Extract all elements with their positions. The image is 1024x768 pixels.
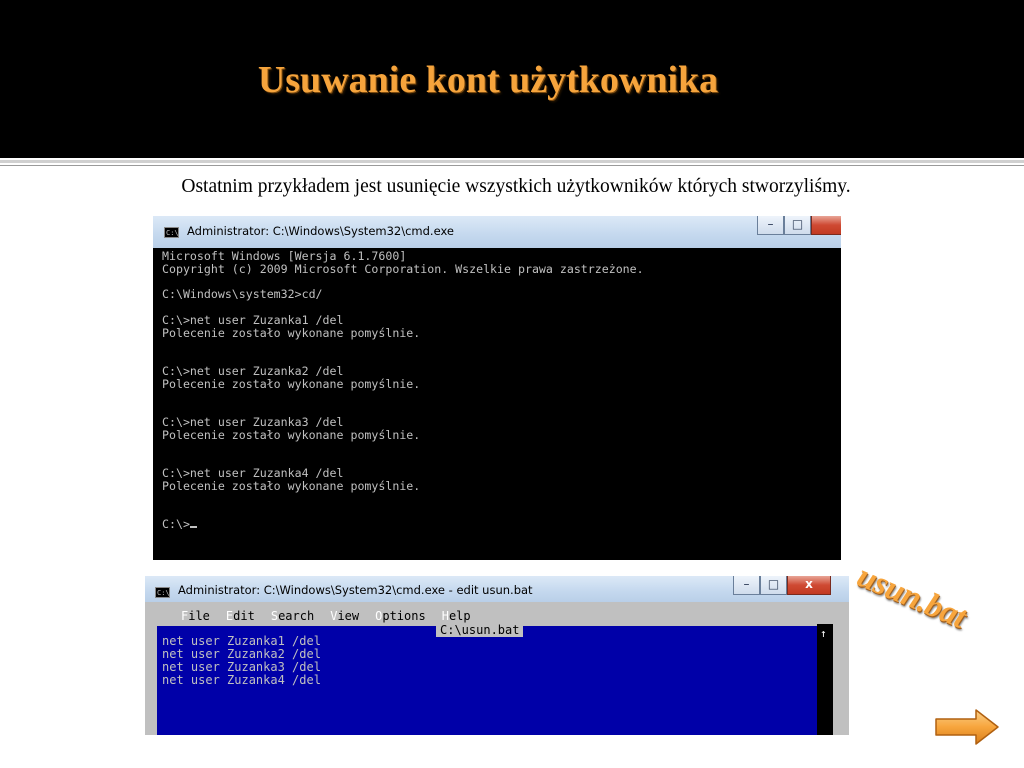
console-line: Copyright (c) 2009 Microsoft Corporation… — [162, 261, 644, 276]
maximize-button[interactable]: □ — [760, 576, 787, 595]
editor-line: net user Zuzanka2 /del — [162, 647, 321, 661]
menu-item-help[interactable]: Help — [442, 609, 471, 624]
scroll-up-icon[interactable]: ↑ — [820, 628, 827, 639]
console-line: Polecenie zostało wykonane pomyślnie. — [162, 478, 421, 493]
console-line: Polecenie zostało wykonane pomyślnie. — [162, 325, 421, 340]
cmd-icon: C:\ — [164, 227, 179, 238]
menu-label: ile — [188, 609, 210, 623]
slide-title: Usuwanie kont użytkownika — [257, 59, 719, 101]
console-line: C:\Windows\system32>cd/ — [162, 287, 323, 302]
editor-line: net user Zuzanka1 /del — [162, 634, 321, 648]
window-title: Administrator: C:\Windows\System32\cmd.e… — [178, 583, 533, 597]
side-label: usun.bat — [851, 558, 972, 636]
minimize-button[interactable]: – — [733, 576, 760, 595]
menu-item-options[interactable]: Options — [375, 609, 426, 624]
menu-label: dit — [233, 609, 255, 623]
console-output[interactable]: Microsoft Windows [Wersja 6.1.7600] Copy… — [162, 250, 644, 531]
close-button[interactable]: x — [787, 576, 831, 595]
divider — [0, 165, 1024, 166]
menu-label: elp — [448, 609, 471, 623]
menu-item-view[interactable]: View — [330, 609, 359, 624]
menu-item-search[interactable]: Search — [271, 609, 314, 624]
cmd-titlebar[interactable]: C:\ Administrator: C:\Windows\System32\c… — [153, 216, 841, 248]
edit-window[interactable]: C:\ Administrator: C:\Windows\System32\c… — [145, 576, 849, 735]
text-cursor — [189, 525, 197, 528]
edit-menubar: File Edit Search View Options Help — [181, 609, 487, 624]
menu-item-file[interactable]: File — [181, 609, 210, 624]
maximize-button[interactable]: □ — [784, 216, 811, 235]
editor-filename: C:\usun.bat — [436, 624, 524, 637]
divider — [0, 160, 1024, 163]
scrollbar[interactable]: ↑ — [817, 624, 833, 735]
cmd-window[interactable]: C:\ Administrator: C:\Windows\System32\c… — [153, 216, 841, 560]
slide-body-text: Ostatnim przykładem jest usunięcie wszys… — [181, 176, 851, 197]
console-line: Polecenie zostało wykonane pomyślnie. — [162, 427, 421, 442]
menu-label: ptions — [382, 609, 426, 623]
console-prompt: C:\> — [162, 516, 190, 531]
editor-area[interactable]: C:\usun.bat net user Zuzanka1 /del net u… — [155, 624, 833, 735]
menu-label: iew — [337, 609, 360, 623]
editor-line: net user Zuzanka4 /del — [162, 673, 321, 687]
edit-titlebar[interactable]: C:\ Administrator: C:\Windows\System32\c… — [145, 576, 849, 602]
close-button[interactable] — [811, 216, 841, 235]
cmd-icon: C:\ — [155, 587, 170, 598]
editor-line: net user Zuzanka3 /del — [162, 660, 321, 674]
window-title: Administrator: C:\Windows\System32\cmd.e… — [187, 224, 454, 238]
menu-hotkey: H — [441, 609, 449, 623]
menu-label: earch — [278, 609, 315, 623]
editor-text[interactable]: net user Zuzanka1 /del net user Zuzanka2… — [162, 635, 321, 687]
menu-hotkey: S — [270, 609, 279, 623]
menu-item-edit[interactable]: Edit — [226, 609, 255, 624]
minimize-button[interactable]: – — [757, 216, 784, 235]
editor-frame — [155, 624, 157, 735]
arrow-right-icon[interactable] — [934, 708, 1000, 746]
console-line: Polecenie zostało wykonane pomyślnie. — [162, 376, 421, 391]
